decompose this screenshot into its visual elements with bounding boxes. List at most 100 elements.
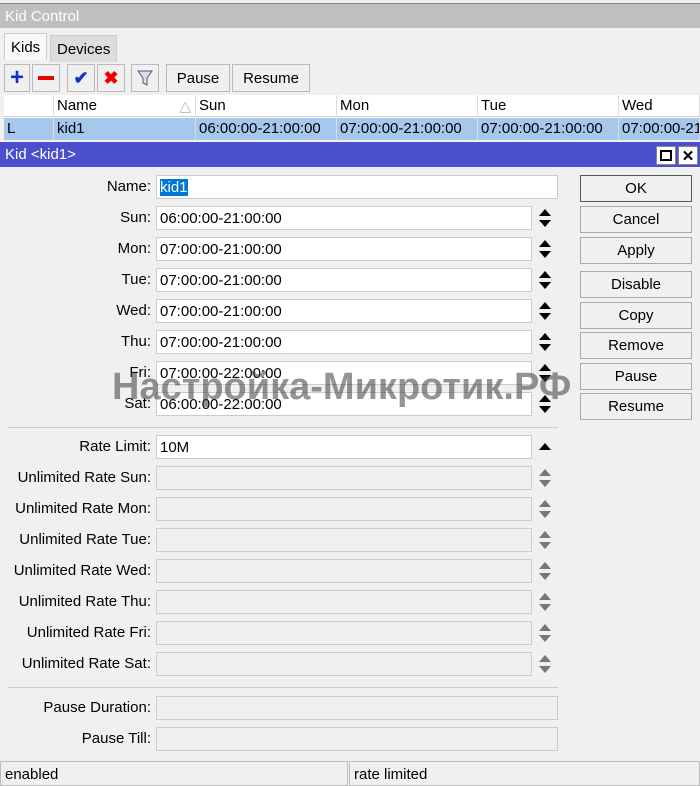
sun-field[interactable]: 06:00:00-21:00:00 — [156, 206, 532, 230]
column-header-sun[interactable]: Sun — [196, 95, 337, 117]
apply-button[interactable]: Apply — [580, 237, 692, 264]
rate-limit-field[interactable]: 10M — [156, 435, 532, 459]
plus-icon: + — [9, 64, 24, 91]
filter-icon — [137, 70, 153, 86]
unlimited-rate-sat-spinner[interactable] — [538, 652, 552, 676]
up-down-arrows-icon — [538, 395, 552, 419]
fri-spinner[interactable] — [538, 361, 552, 385]
dialog-title: Kid <kid1> — [0, 142, 700, 167]
up-down-arrows-icon — [538, 562, 552, 586]
resume-toolbar-button[interactable]: Resume — [232, 64, 310, 92]
thu-field[interactable]: 07:00:00-21:00:00 — [156, 330, 532, 354]
unlimited-rate-tue-field[interactable] — [156, 528, 532, 552]
fri-label: Fri: — [129, 364, 151, 381]
unlimited-rate-thu-field[interactable] — [156, 590, 532, 614]
maximize-button[interactable] — [656, 146, 676, 165]
maximize-icon — [660, 150, 672, 161]
arrow-up-icon — [538, 443, 552, 462]
fri-field[interactable]: 07:00:00-22:00:00 — [156, 361, 532, 385]
tue-spinner[interactable] — [538, 268, 552, 292]
x-icon: ✖ — [103, 67, 119, 88]
status-rate-limited: rate limited — [349, 761, 700, 786]
rate-limit-spinner[interactable] — [538, 435, 552, 459]
table-cell[interactable]: 07:00:00-21:00:00 — [478, 118, 619, 140]
sat-value: 06:00:00-22:00:00 — [160, 396, 282, 413]
tab-kids[interactable]: Kids — [4, 33, 48, 60]
unlimited-rate-mon-spinner[interactable] — [538, 497, 552, 521]
tue-field[interactable]: 07:00:00-21:00:00 — [156, 268, 532, 292]
sun-spinner[interactable] — [538, 206, 552, 230]
name-field[interactable]: kid1 — [156, 175, 558, 199]
cancel-button[interactable]: Cancel — [580, 206, 692, 233]
thu-spinner[interactable] — [538, 330, 552, 354]
unlimited-rate-fri-label: Unlimited Rate Fri: — [26, 624, 151, 641]
wed-spinner[interactable] — [538, 299, 552, 323]
up-down-arrows-icon — [538, 593, 552, 617]
unlimited-rate-mon-label: Unlimited Rate Mon: — [15, 500, 151, 517]
up-down-arrows-icon — [538, 271, 552, 295]
up-down-arrows-icon — [538, 531, 552, 555]
unlimited-rate-wed-spinner[interactable] — [538, 559, 552, 583]
mon-label: Mon: — [117, 240, 151, 257]
unlimited-rate-wed-label: Unlimited Rate Wed: — [13, 562, 151, 579]
close-button[interactable]: ✕ — [678, 146, 698, 165]
column-header-tue[interactable]: Tue — [478, 95, 619, 117]
sat-field[interactable]: 06:00:00-22:00:00 — [156, 392, 532, 416]
mon-field[interactable]: 07:00:00-21:00:00 — [156, 237, 532, 261]
up-down-arrows-icon — [538, 240, 552, 264]
sat-spinner[interactable] — [538, 392, 552, 416]
ok-button[interactable]: OK — [580, 175, 692, 202]
table-cell[interactable]: L — [4, 118, 54, 140]
wed-value: 07:00:00-21:00:00 — [160, 303, 282, 320]
add-button[interactable]: + — [4, 64, 30, 92]
unlimited-rate-fri-spinner[interactable] — [538, 621, 552, 645]
table-cell[interactable]: 06:00:00-21:00:00 — [196, 118, 337, 140]
up-down-arrows-icon — [538, 655, 552, 679]
window-title: Kid Control — [0, 3, 700, 28]
wed-field[interactable]: 07:00:00-21:00:00 — [156, 299, 532, 323]
pause-duration-field[interactable] — [156, 696, 558, 720]
table-cell[interactable]: 07:00:00-21:00:00 — [619, 118, 700, 140]
column-header-mon[interactable]: Mon — [337, 95, 478, 117]
tue-label: Tue: — [121, 271, 151, 288]
resume-button[interactable]: Resume — [580, 393, 692, 420]
table-cell[interactable]: kid1 — [54, 118, 196, 140]
pause-till-field[interactable] — [156, 727, 558, 751]
divider — [8, 427, 558, 428]
enable-button[interactable]: ✔ — [67, 64, 95, 92]
unlimited-rate-thu-spinner[interactable] — [538, 590, 552, 614]
mon-spinner[interactable] — [538, 237, 552, 261]
unlimited-rate-sun-spinner[interactable] — [538, 466, 552, 490]
copy-button[interactable]: Copy — [580, 302, 692, 329]
pause-toolbar-button[interactable]: Pause — [166, 64, 230, 92]
unlimited-rate-thu-label: Unlimited Rate Thu: — [18, 593, 151, 610]
unlimited-rate-mon-field[interactable] — [156, 497, 532, 521]
column-header-name[interactable]: Name △ — [54, 95, 196, 117]
remove-button[interactable] — [32, 64, 60, 92]
column-header-flags[interactable] — [4, 95, 54, 117]
column-header-wed[interactable]: Wed — [619, 95, 700, 117]
remove-button[interactable]: Remove — [580, 332, 692, 359]
filter-button[interactable] — [131, 64, 159, 92]
unlimited-rate-sat-field[interactable] — [156, 652, 532, 676]
disable-button[interactable]: ✖ — [97, 64, 125, 92]
up-down-arrows-icon — [538, 624, 552, 648]
name-label: Name: — [106, 178, 151, 195]
fri-value: 07:00:00-22:00:00 — [160, 365, 282, 382]
unlimited-rate-wed-field[interactable] — [156, 559, 532, 583]
sun-label: Sun: — [120, 209, 151, 226]
unlimited-rate-fri-field[interactable] — [156, 621, 532, 645]
up-down-arrows-icon — [538, 364, 552, 388]
unlimited-rate-sun-field[interactable] — [156, 466, 532, 490]
table-cell[interactable]: 07:00:00-21:00:00 — [337, 118, 478, 140]
up-down-arrows-icon — [538, 500, 552, 524]
pause-button[interactable]: Pause — [580, 363, 692, 390]
disable-button[interactable]: Disable — [580, 271, 692, 298]
check-icon: ✔ — [73, 67, 89, 88]
unlimited-rate-tue-spinner[interactable] — [538, 528, 552, 552]
header-label: Name — [57, 97, 98, 114]
tab-devices[interactable]: Devices — [50, 35, 118, 62]
rate-limit-label: Rate Limit: — [79, 438, 151, 455]
pause-till-label: Pause Till: — [81, 730, 151, 747]
pause-duration-label: Pause Duration: — [43, 699, 151, 716]
